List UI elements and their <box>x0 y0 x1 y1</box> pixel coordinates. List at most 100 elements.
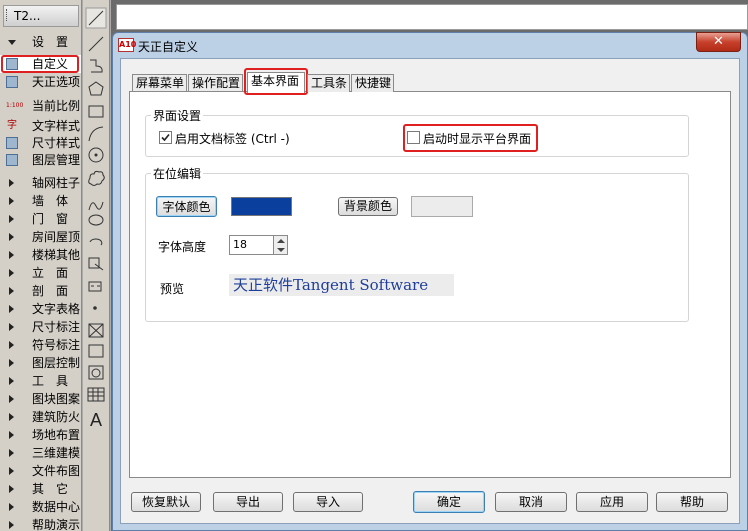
revision-cloud-icon <box>88 170 105 186</box>
draw-toolbar-icons: A <box>85 7 107 430</box>
tab-shortcuts[interactable]: 快捷键 <box>351 74 394 92</box>
submenu-arrow-icon <box>9 233 14 241</box>
font-height-spinner[interactable] <box>273 235 288 255</box>
restore-default-button[interactable]: 恢复默认 <box>131 492 201 512</box>
screen-menu-item-label: 图层管理 <box>32 153 81 167</box>
screen-menu-item-label: 门 窗 <box>32 212 69 226</box>
screen-menu-item-label: 帮助演示 <box>32 518 81 531</box>
screen-menu-item[interactable]: 轴网柱子 <box>0 174 81 192</box>
spin-down-icon[interactable] <box>277 248 285 252</box>
screen-menu-item-label: 建筑防火 <box>32 410 81 424</box>
screen-menu-item[interactable]: 设 置 <box>0 33 81 51</box>
multiline-text-icon: A <box>90 410 102 430</box>
screen-menu-item[interactable]: 图块图案 <box>0 390 81 408</box>
background-color-swatch[interactable] <box>411 196 473 217</box>
screen-menu-item[interactable]: 图层控制 <box>0 354 81 372</box>
tab-toolbar[interactable]: 工具条 <box>307 74 350 92</box>
screen-menu-item[interactable]: 尺寸样式 <box>0 134 81 152</box>
screen-menu-item-label: 房间屋顶 <box>32 230 81 244</box>
screen-menu-item-label: 文件布图 <box>32 464 81 478</box>
screen-menu-item[interactable]: 三维建模 <box>0 444 81 462</box>
draw-toolbar: A <box>83 0 110 531</box>
screen-menu-item-label: 设 置 <box>32 35 69 49</box>
text-style-icon: 字 <box>7 120 17 131</box>
screen-menu-item[interactable]: 场地布置 <box>0 426 81 444</box>
screen-menu-title[interactable]: T2... <box>3 5 79 27</box>
font-color-swatch[interactable] <box>231 197 292 216</box>
interface-settings-title: 界面设置 <box>151 107 204 124</box>
checkmark-icon <box>161 133 170 142</box>
screen-menu-item-label: 文字样式 <box>32 119 81 133</box>
ok-button[interactable]: 确定 <box>413 491 485 513</box>
screen-menu-item[interactable]: 尺寸标注 <box>0 318 81 336</box>
make-block-icon <box>88 281 102 292</box>
screen-menu-item[interactable]: 工 具 <box>0 372 81 390</box>
ellipse-icon <box>88 214 104 226</box>
screen-menu-item[interactable]: 天正选项 <box>0 73 81 91</box>
submenu-arrow-icon <box>9 413 14 421</box>
screen-menu-item-label: 立 面 <box>32 266 69 280</box>
tab-screen-menu[interactable]: 屏幕菜单 <box>132 74 187 92</box>
screen-menu-item-label: 数据中心 <box>32 500 81 514</box>
submenu-arrow-icon <box>9 431 14 439</box>
layer-manager-icon <box>6 154 18 166</box>
cancel-button[interactable]: 取消 <box>495 492 567 512</box>
rectangle-icon <box>88 105 104 118</box>
help-button[interactable]: 帮助 <box>656 492 728 512</box>
screen-menu-item[interactable]: 图层管理 <box>0 151 81 169</box>
screen-menu-item[interactable]: 立 面 <box>0 264 81 282</box>
font-color-button[interactable]: 字体颜色 <box>156 196 217 217</box>
import-button[interactable]: 导入 <box>293 492 363 512</box>
point-icon <box>93 306 97 310</box>
screen-menu-item[interactable]: 帮助演示 <box>0 516 81 531</box>
screen-menu-item[interactable]: 墙 体 <box>0 192 81 210</box>
screen-menu-item[interactable]: 1:100 当前比例 <box>0 97 81 115</box>
doc-tab-checkbox[interactable] <box>159 131 172 144</box>
screen-menu-item-label: 天正选项 <box>32 75 81 89</box>
screen-menu-item-label: 当前比例 <box>32 99 81 113</box>
screen-menu-item[interactable]: 房间屋顶 <box>0 228 81 246</box>
screen-menu-item[interactable]: 符号标注 <box>0 336 81 354</box>
screen-menu-item-label: 尺寸样式 <box>32 136 81 150</box>
submenu-arrow-icon <box>9 503 14 511</box>
options-icon <box>6 76 18 88</box>
submenu-arrow-icon <box>9 485 14 493</box>
screen-menu-item[interactable]: 剖 面 <box>0 282 81 300</box>
screen-menu-item[interactable]: 数据中心 <box>0 498 81 516</box>
screen-menu-item[interactable]: 字 文字样式 <box>0 117 81 135</box>
close-button[interactable]: ✕ <box>696 32 741 52</box>
screen-menu-item[interactable]: 文件布图 <box>0 462 81 480</box>
submenu-arrow-icon <box>9 305 14 313</box>
tangent-logo-icon: A10 <box>118 38 136 52</box>
screen-menu-item[interactable]: 文字表格 <box>0 300 81 318</box>
spin-up-icon[interactable] <box>277 239 285 243</box>
font-height-value: 18 <box>233 238 247 251</box>
screen-menu-item[interactable]: 门 窗 <box>0 210 81 228</box>
screen-menu-item-label: 工 具 <box>32 374 69 388</box>
dialog-title: 天正自定义 <box>138 40 199 54</box>
font-height-input[interactable]: 18 <box>229 235 274 255</box>
tab-operation-config[interactable]: 操作配置 <box>188 74 243 92</box>
submenu-arrow-icon <box>9 323 14 331</box>
screen-menu-item[interactable]: 楼梯其他 <box>0 246 81 264</box>
hatch-icon <box>88 323 104 338</box>
screen-menu-item-label: 符号标注 <box>32 338 81 352</box>
drag-grip-icon[interactable] <box>6 9 8 21</box>
table-icon <box>87 387 105 402</box>
doc-tab-label: 启用文档标签 (Ctrl -) <box>175 132 290 146</box>
scale-1-100-icon: 1:100 <box>6 102 24 109</box>
background-color-button[interactable]: 背景颜色 <box>338 197 398 216</box>
screen-menu-item[interactable]: 其 它 <box>0 480 81 498</box>
polygon-icon <box>88 81 104 96</box>
export-button[interactable]: 导出 <box>213 492 283 512</box>
inplace-edit-title: 在位编辑 <box>151 165 204 182</box>
screen-menu-item-label: 墙 体 <box>32 194 69 208</box>
screen-menu-item-label: 图层控制 <box>32 356 81 370</box>
preview-label: 预览 <box>160 282 185 296</box>
screen-menu-item-label: 剖 面 <box>32 284 69 298</box>
screen-menu-item[interactable]: 建筑防火 <box>0 408 81 426</box>
apply-button[interactable]: 应用 <box>576 492 648 512</box>
gradient-icon <box>88 344 104 358</box>
submenu-arrow-icon <box>9 179 14 187</box>
submenu-arrow-icon <box>9 341 14 349</box>
